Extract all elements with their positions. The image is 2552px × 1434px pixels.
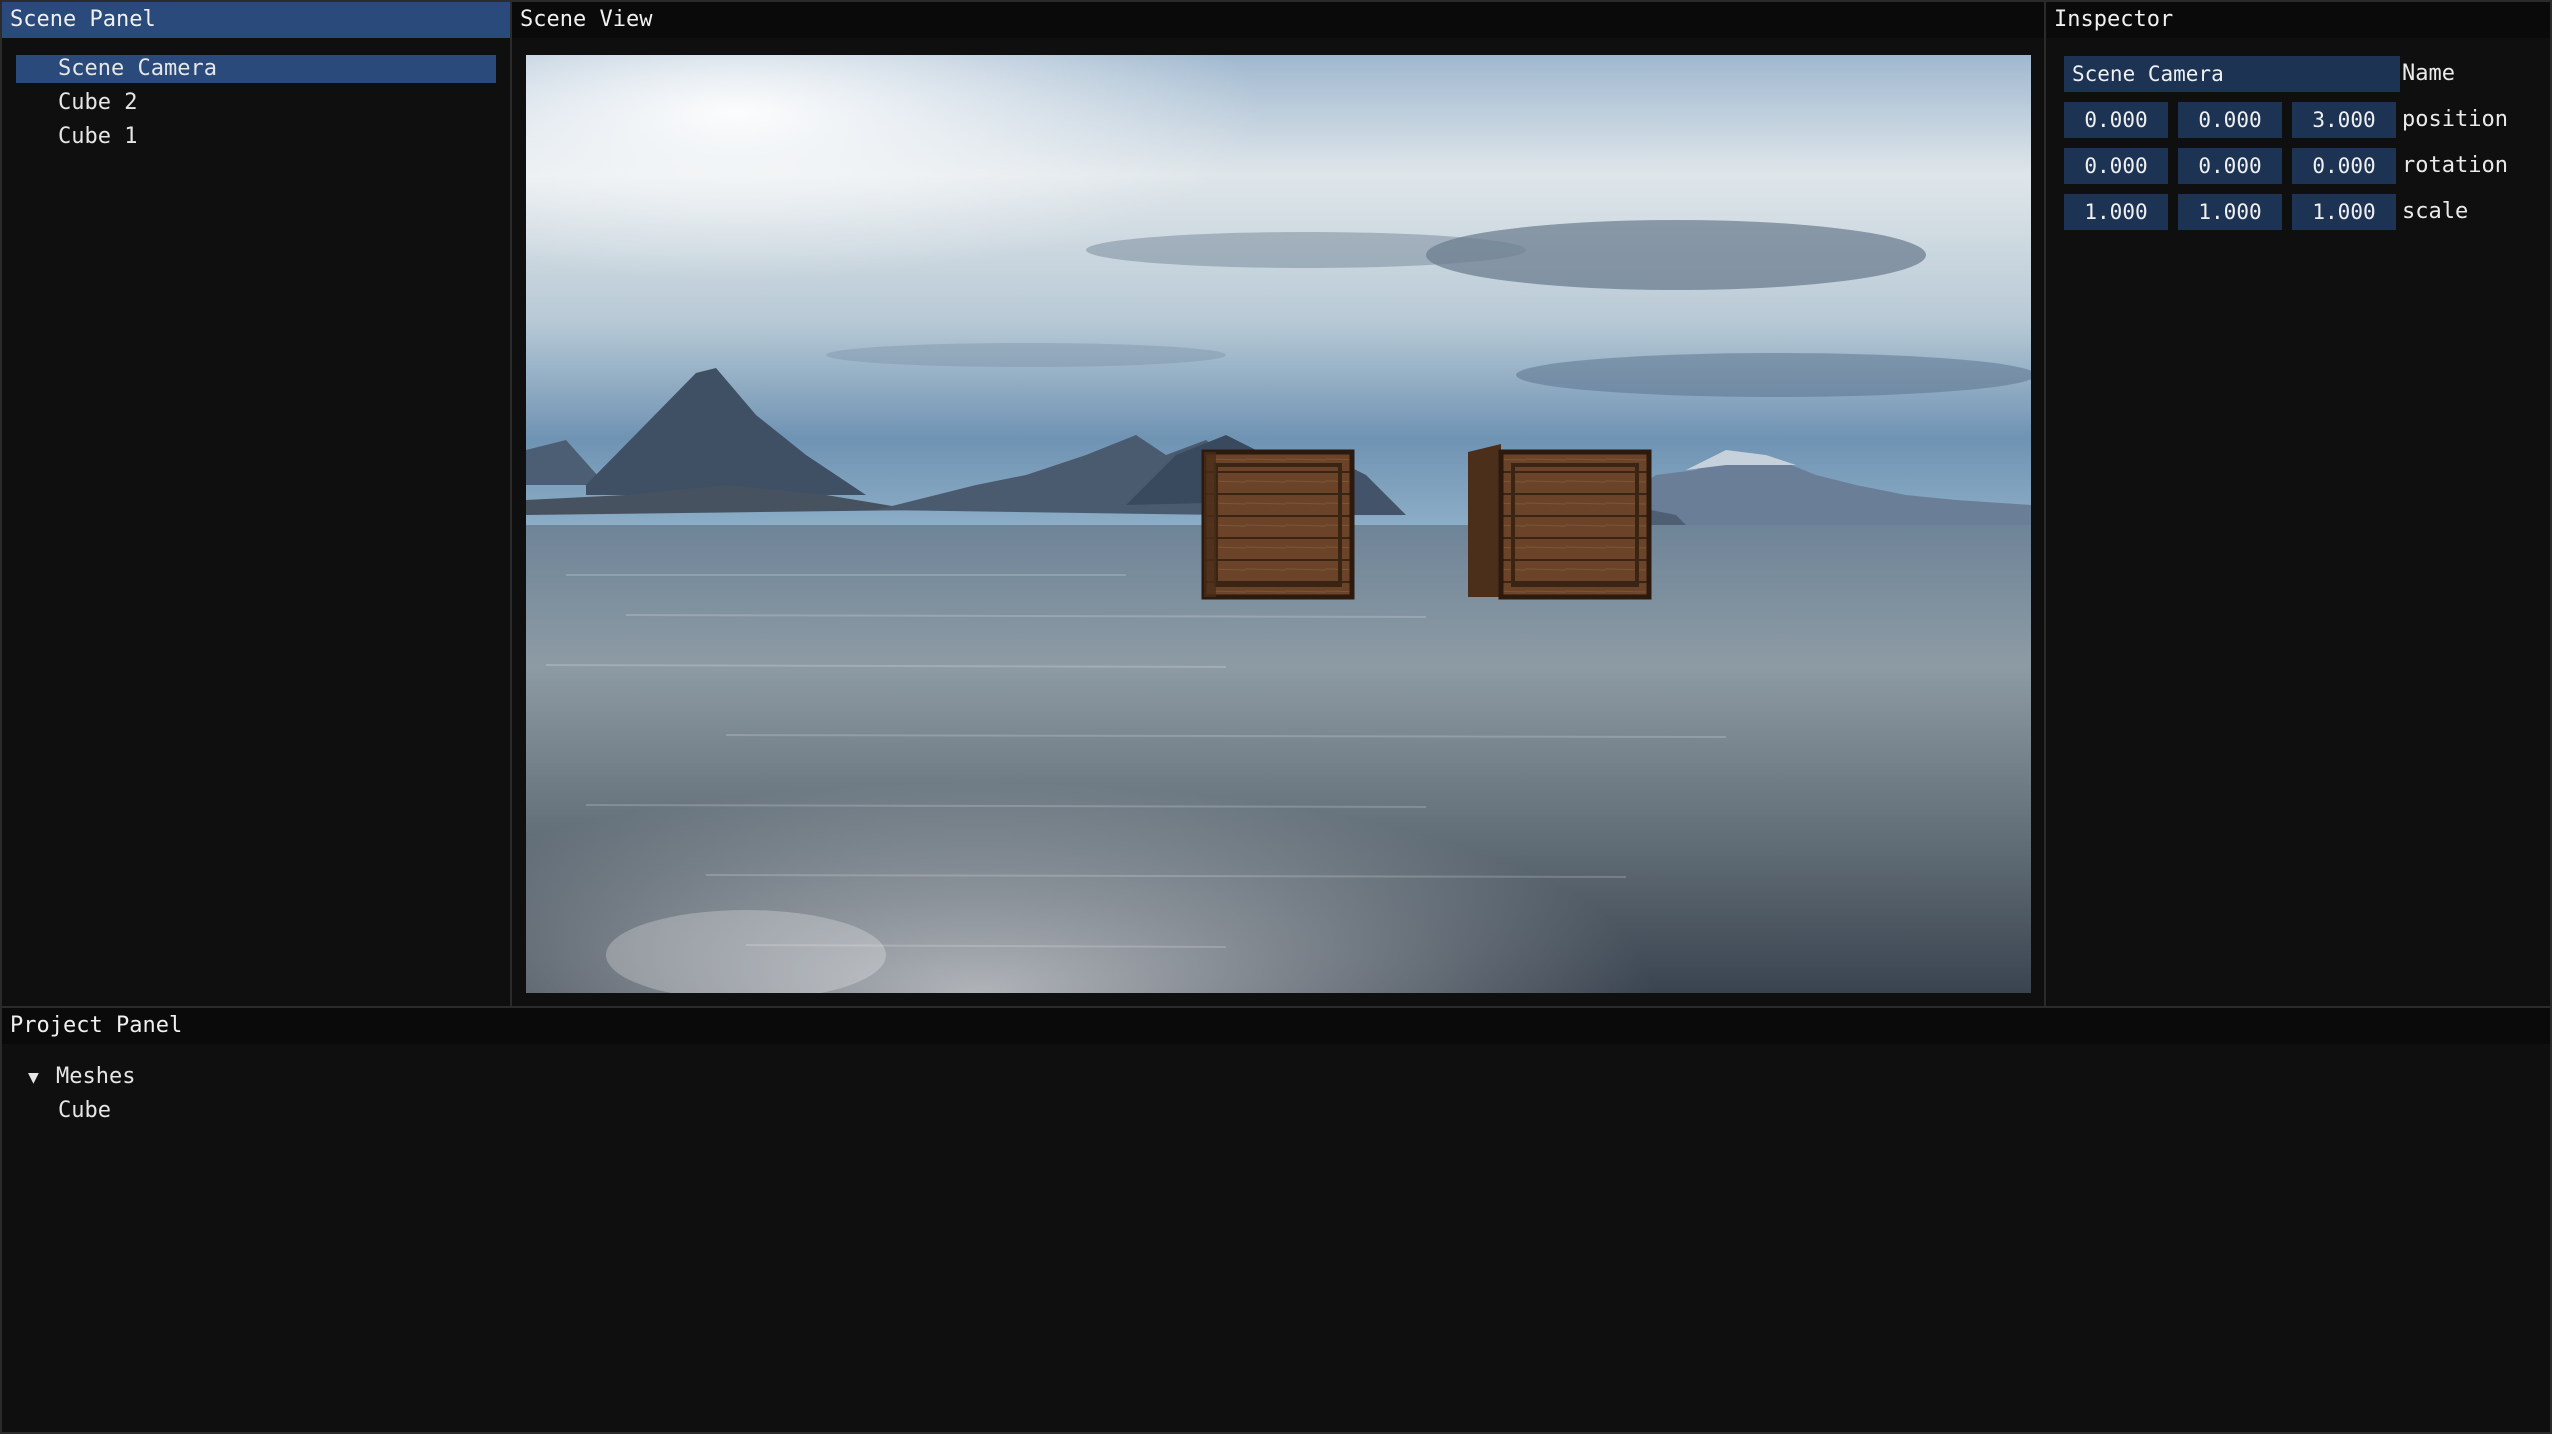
- scene-item-cube-2[interactable]: Cube 2: [16, 89, 496, 117]
- scene-render: [526, 55, 2031, 993]
- folder-meshes-label: Meshes: [56, 1064, 136, 1089]
- rotation-z-field[interactable]: 0.000: [2292, 148, 2396, 184]
- rotation-x-field[interactable]: 0.000: [2064, 148, 2168, 184]
- scene-item-camera[interactable]: Scene Camera: [16, 55, 496, 83]
- position-x-field[interactable]: 0.000: [2064, 102, 2168, 138]
- scale-label: scale: [2402, 199, 2469, 224]
- asset-cube[interactable]: Cube: [58, 1096, 111, 1126]
- position-label: position: [2402, 107, 2508, 132]
- scene-panel: Scene Panel Scene Camera Cube 2 Cube 1: [0, 0, 512, 1008]
- scale-y-field[interactable]: 1.000: [2178, 194, 2282, 230]
- cube-1-mesh: [1468, 444, 1652, 600]
- scene-item-cube-1[interactable]: Cube 1: [16, 123, 496, 151]
- scale-x-field[interactable]: 1.000: [2064, 194, 2168, 230]
- name-field[interactable]: Scene Camera: [2064, 56, 2400, 92]
- position-z-field[interactable]: 3.000: [2292, 102, 2396, 138]
- scene-panel-title[interactable]: Scene Panel: [2, 2, 510, 38]
- scale-z-field[interactable]: 1.000: [2292, 194, 2396, 230]
- rotation-label: rotation: [2402, 153, 2508, 178]
- inspector-title[interactable]: Inspector: [2046, 2, 2550, 38]
- scene-viewport[interactable]: [526, 55, 2031, 993]
- scene-view-panel: Scene View: [510, 0, 2046, 1008]
- position-y-field[interactable]: 0.000: [2178, 102, 2282, 138]
- rotation-y-field[interactable]: 0.000: [2178, 148, 2282, 184]
- scene-view-title[interactable]: Scene View: [512, 2, 2044, 38]
- project-panel-title[interactable]: Project Panel: [2, 1008, 2550, 1044]
- project-panel: Project Panel ▼ Meshes Cube: [0, 1006, 2552, 1434]
- folder-meshes[interactable]: ▼ Meshes: [28, 1062, 135, 1092]
- cube-2-mesh: [1201, 449, 1355, 600]
- name-label: Name: [2402, 61, 2455, 86]
- expand-arrow-icon[interactable]: ▼: [28, 1063, 56, 1093]
- inspector-panel: Inspector Scene Camera Name 0.000 0.000 …: [2044, 0, 2552, 1008]
